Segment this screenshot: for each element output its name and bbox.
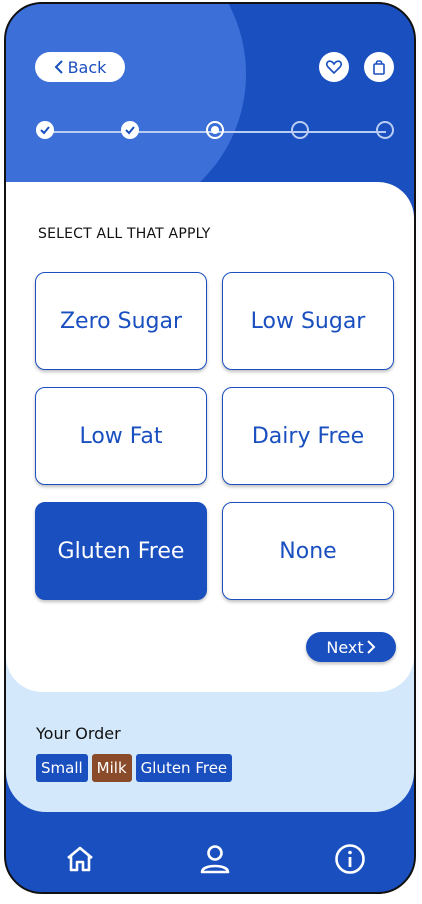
user-icon xyxy=(200,845,230,874)
nav-home[interactable] xyxy=(63,842,97,876)
step-2-complete xyxy=(121,121,139,139)
chevron-right-icon xyxy=(366,640,376,654)
option-label: None xyxy=(279,538,337,564)
cart-button[interactable] xyxy=(364,52,394,82)
question-prompt: SELECT ALL THAT APPLY xyxy=(38,226,211,242)
nav-profile[interactable] xyxy=(198,842,232,876)
option-label: Dairy Free xyxy=(251,423,365,449)
order-tag-size: Small xyxy=(36,754,88,782)
next-button[interactable]: Next xyxy=(306,632,396,662)
step-1-complete xyxy=(36,121,54,139)
order-title: Your Order xyxy=(36,724,121,743)
option-label: Low Sugar xyxy=(250,308,366,334)
phone-frame: Back SELECT ALL THAT APPLY Zero Sugar Lo… xyxy=(4,2,416,894)
option-gluten-free[interactable]: Gluten Free xyxy=(35,502,207,600)
back-button[interactable]: Back xyxy=(35,52,125,82)
progress-stepper xyxy=(34,121,396,143)
option-label: Low Fat xyxy=(79,423,163,449)
option-low-sugar[interactable]: Low Sugar xyxy=(222,272,394,370)
chevron-left-icon xyxy=(54,60,63,74)
favorite-button[interactable] xyxy=(319,52,349,82)
home-icon xyxy=(67,846,93,872)
option-label: Gluten Free xyxy=(57,538,185,564)
shopping-bag-icon xyxy=(373,60,385,75)
nav-info[interactable] xyxy=(333,842,367,876)
option-none[interactable]: None xyxy=(222,502,394,600)
step-4-pending xyxy=(291,121,309,139)
info-icon xyxy=(335,844,365,874)
check-icon xyxy=(40,126,50,135)
step-5-pending xyxy=(376,121,394,139)
option-low-fat[interactable]: Low Fat xyxy=(35,387,207,485)
back-label: Back xyxy=(67,57,107,77)
order-tags: Small Milk Gluten Free xyxy=(36,754,233,782)
option-label: Zero Sugar xyxy=(59,308,183,334)
bottom-nav xyxy=(6,830,414,890)
step-3-current xyxy=(206,121,224,139)
next-label: Next xyxy=(326,637,364,657)
heart-icon xyxy=(326,60,342,74)
check-icon xyxy=(125,126,135,135)
order-tag-diet: Gluten Free xyxy=(135,754,233,782)
option-dairy-free[interactable]: Dairy Free xyxy=(222,387,394,485)
option-zero-sugar[interactable]: Zero Sugar xyxy=(35,272,207,370)
order-tag-milk: Milk xyxy=(91,754,132,782)
